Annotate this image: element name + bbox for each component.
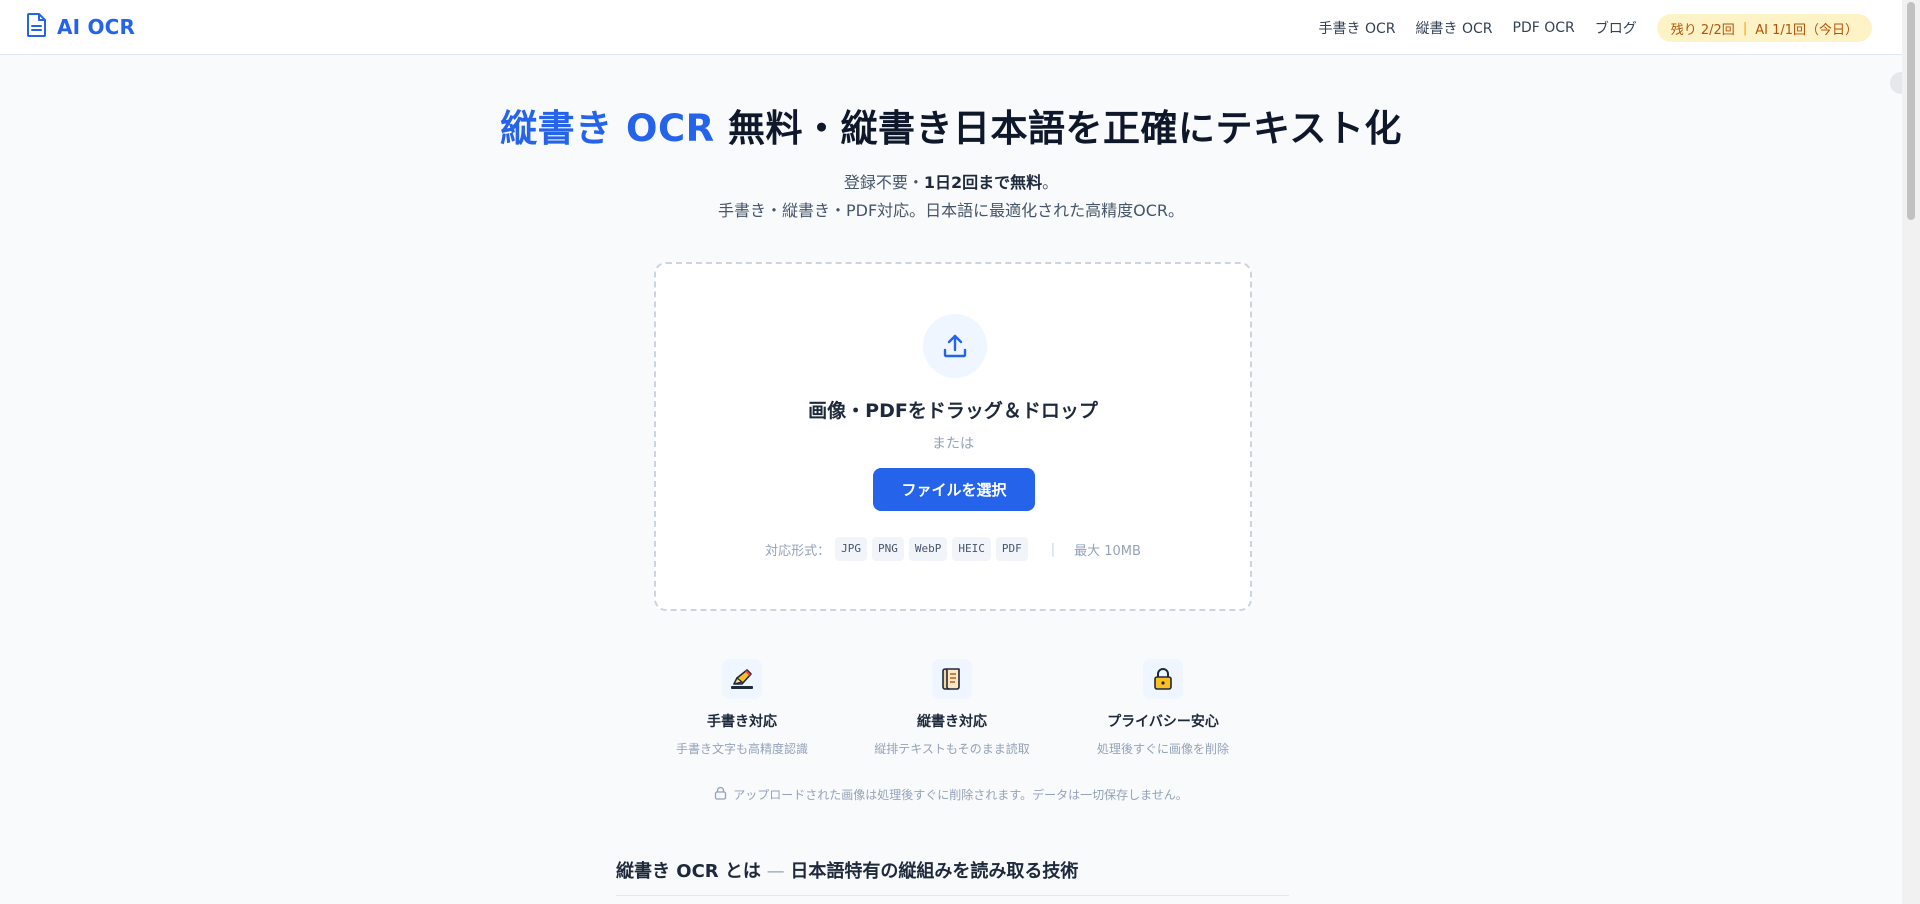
max-size-label: 最大 10MB (1074, 543, 1141, 559)
quota-ai: AI 1/1回（今日） (1755, 22, 1858, 38)
quota-badge: 残り 2/2回 | AI 1/1回（今日） (1656, 14, 1872, 42)
feature-privacy: プライバシー安心 処理後すぐに画像を削除 (1063, 659, 1263, 757)
upload-dropzone[interactable]: 画像・PDFをドラッグ＆ドロップ または ファイルを選択 対応形式： JPG P… (654, 262, 1252, 611)
top-header: AI OCR 手書き OCR 縦書き OCR PDF OCR ブログ 残り 2/… (0, 0, 1902, 55)
scroll-icon (932, 659, 972, 699)
feature-title: プライバシー安心 (1107, 714, 1219, 730)
privacy-note-text: アップロードされた画像は処理後すぐに削除されます。データは一切保存しません。 (733, 788, 1188, 802)
document-icon (26, 12, 48, 42)
page-title: 縦書き OCR 無料・縦書き日本語を正確にテキスト化 (0, 98, 1902, 152)
nav-blog[interactable]: ブログ (1595, 18, 1637, 38)
feature-vertical: 縦書き対応 縦排テキストもそのまま読取 (852, 659, 1052, 757)
site-logo[interactable]: AI OCR (26, 13, 135, 41)
or-label: または (932, 436, 974, 452)
drop-label: 画像・PDFをドラッグ＆ドロップ (808, 400, 1098, 422)
page-title-accent: 縦書き OCR (500, 107, 715, 150)
section-heading-dash: — (760, 861, 791, 882)
page-scrollbar[interactable] (1902, 0, 1920, 904)
side-edge-tab[interactable] (1890, 72, 1902, 94)
page-title-rest: 無料・縦書き日本語を正確にテキスト化 (714, 107, 1402, 150)
formats-divider: | (1050, 541, 1056, 557)
subtitle-plain: 登録不要・ (843, 173, 924, 192)
logo-text: AI OCR (57, 15, 136, 39)
feature-title: 手書き対応 (707, 714, 777, 730)
feature-desc: 処理後すぐに画像を削除 (1096, 742, 1229, 756)
nav-vertical-ocr[interactable]: 縦書き OCR (1416, 18, 1493, 38)
privacy-note: アップロードされた画像は処理後すぐに削除されます。データは一切保存しません。 (0, 786, 1902, 803)
main-nav: 手書き OCR 縦書き OCR PDF OCR ブログ 残り 2/2回 | AI… (1319, 14, 1872, 42)
quota-separator: | (1742, 20, 1748, 36)
format-chip-jpg: JPG (835, 537, 867, 561)
feature-title: 縦書き対応 (917, 714, 987, 730)
format-chip-pdf: PDF (995, 537, 1028, 561)
quota-remaining: 残り 2/2回 (1670, 22, 1735, 38)
supported-formats: 対応形式： JPG PNG WebP HEIC PDF | 最大 10MB (656, 536, 1250, 562)
format-chip-webp: WebP (908, 537, 948, 561)
subtitle-bold: 1日2回まで無料 (923, 173, 1043, 192)
format-chip-png: PNG (871, 537, 904, 561)
subtitle-end: 。 (1042, 173, 1059, 192)
format-chip-heic: HEIC (952, 537, 991, 561)
section-heading-main: 縦書き OCR とは (616, 861, 761, 882)
select-file-button[interactable]: ファイルを選択 (873, 468, 1035, 511)
nav-pdf-ocr[interactable]: PDF OCR (1513, 20, 1575, 36)
formats-label: 対応形式： (765, 543, 831, 559)
hero-subtitle-2: 手書き・縦書き・PDF対応。日本語に最適化された高精度OCR。 (717, 201, 1185, 220)
feature-desc: 縦排テキストもそのまま読取 (874, 742, 1030, 756)
hero-subtitle: 登録不要・1日2回まで無料。 (0, 169, 1902, 193)
small-lock-icon (714, 786, 727, 803)
lock-icon (1143, 659, 1183, 699)
section-divider (616, 895, 1289, 896)
feature-desc: 手書き文字も高精度認識 (675, 742, 808, 756)
section-heading-sub: 日本語特有の縦組みを読み取る技術 (790, 861, 1079, 882)
upload-icon (923, 314, 987, 378)
feature-handwriting: 手書き対応 手書き文字も高精度認識 (642, 659, 842, 757)
pencil-icon (722, 659, 762, 699)
scrollbar-thumb[interactable] (1907, 2, 1915, 220)
section-heading: 縦書き OCR とは — 日本語特有の縦組みを読み取る技術 (616, 857, 1078, 883)
nav-handwriting-ocr[interactable]: 手書き OCR (1319, 18, 1396, 38)
